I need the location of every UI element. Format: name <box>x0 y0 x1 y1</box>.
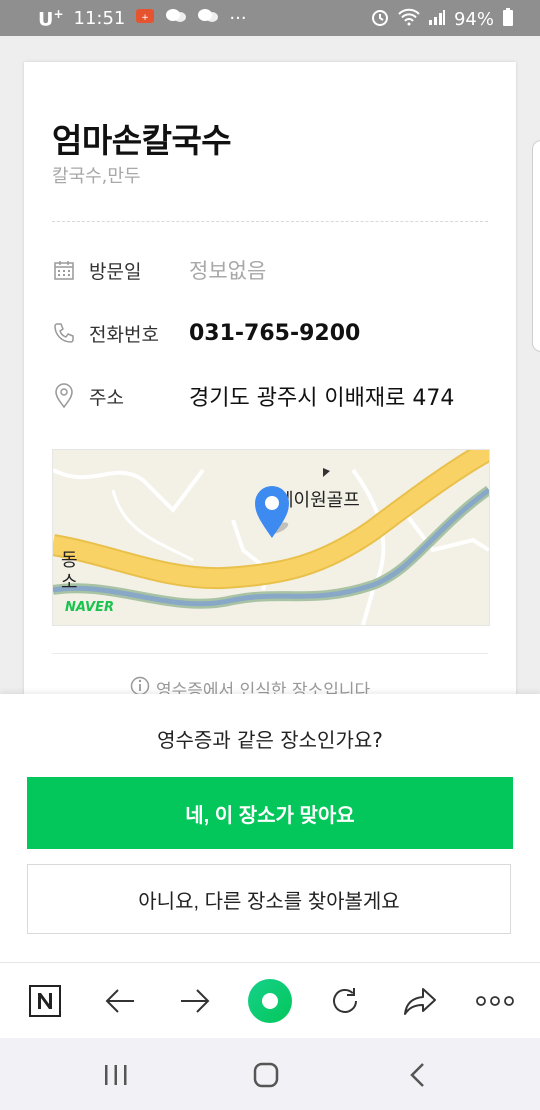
clock: 11:51 <box>73 8 126 30</box>
battery-percent: 94% <box>453 9 494 30</box>
more-notifications: ··· <box>229 8 247 30</box>
home-icon[interactable] <box>246 1060 286 1090</box>
back-icon[interactable] <box>398 1060 438 1090</box>
forward-arrow-icon[interactable] <box>175 981 215 1021</box>
place-category: 칼국수,만두 <box>52 166 141 187</box>
place-name: 엄마손칼국수 <box>52 121 232 160</box>
visit-date-row: 방문일 정보없음 <box>52 250 492 290</box>
signal-icon <box>428 9 446 30</box>
notification-app-icon: + <box>135 7 155 30</box>
visit-date-label: 방문일 <box>89 260 142 283</box>
map-area-label: 소 <box>61 572 78 593</box>
carrier-label: U+ <box>38 7 64 31</box>
more-icon[interactable] <box>474 981 516 1021</box>
phone-icon <box>52 321 76 345</box>
confirm-yes-button[interactable]: 네, 이 장소가 맞아요 <box>27 777 513 849</box>
confirm-sheet: 영수증과 같은 장소인가요? 네, 이 장소가 맞아요 아니요, 다른 장소를 … <box>0 694 540 962</box>
map-pin-icon <box>253 484 291 544</box>
recent-apps-icon[interactable] <box>96 1060 136 1090</box>
green-home-icon[interactable] <box>247 978 293 1024</box>
chat-bubble-icon <box>197 7 219 30</box>
divider <box>52 653 488 654</box>
calendar-icon <box>52 258 76 282</box>
refresh-icon[interactable] <box>325 981 365 1021</box>
side-panel-handle[interactable] <box>532 140 540 352</box>
place-card: 엄마손칼국수 칼국수,만두 방문일 정보없음 전화번호 031-765-9200… <box>24 62 516 702</box>
system-nav-bar <box>0 1038 540 1110</box>
address-value: 경기도 광주시 이배재로 474 <box>189 386 455 411</box>
map-thumbnail[interactable]: 에이원골프 동 소 NAVER <box>52 449 490 626</box>
share-icon[interactable] <box>400 981 440 1021</box>
phone-label: 전화번호 <box>89 323 159 346</box>
wifi-icon <box>398 8 420 31</box>
alarm-icon <box>370 7 390 32</box>
chat-bubble-icon <box>165 7 187 30</box>
naver-map-logo: NAVER <box>65 600 115 615</box>
find-other-place-button[interactable]: 아니요, 다른 장소를 찾아볼게요 <box>27 864 511 934</box>
naver-n-icon[interactable] <box>25 981 65 1021</box>
browser-toolbar <box>0 962 540 1039</box>
back-arrow-icon[interactable] <box>100 981 140 1021</box>
phone-row: 전화번호 031-765-9200 <box>52 313 492 353</box>
address-row: 주소 경기도 광주시 이배재로 474 <box>52 376 492 416</box>
confirm-question: 영수증과 같은 장소인가요? <box>157 728 383 752</box>
status-bar: U+ 11:51 + ··· 94% <box>0 0 540 36</box>
visit-date-value: 정보없음 <box>189 259 267 283</box>
battery-icon <box>502 8 514 31</box>
location-pin-icon <box>52 383 76 409</box>
svg-text:+: + <box>142 13 150 23</box>
dashed-divider <box>52 221 488 222</box>
address-label: 주소 <box>89 386 124 409</box>
phone-value[interactable]: 031-765-9200 <box>189 321 360 346</box>
